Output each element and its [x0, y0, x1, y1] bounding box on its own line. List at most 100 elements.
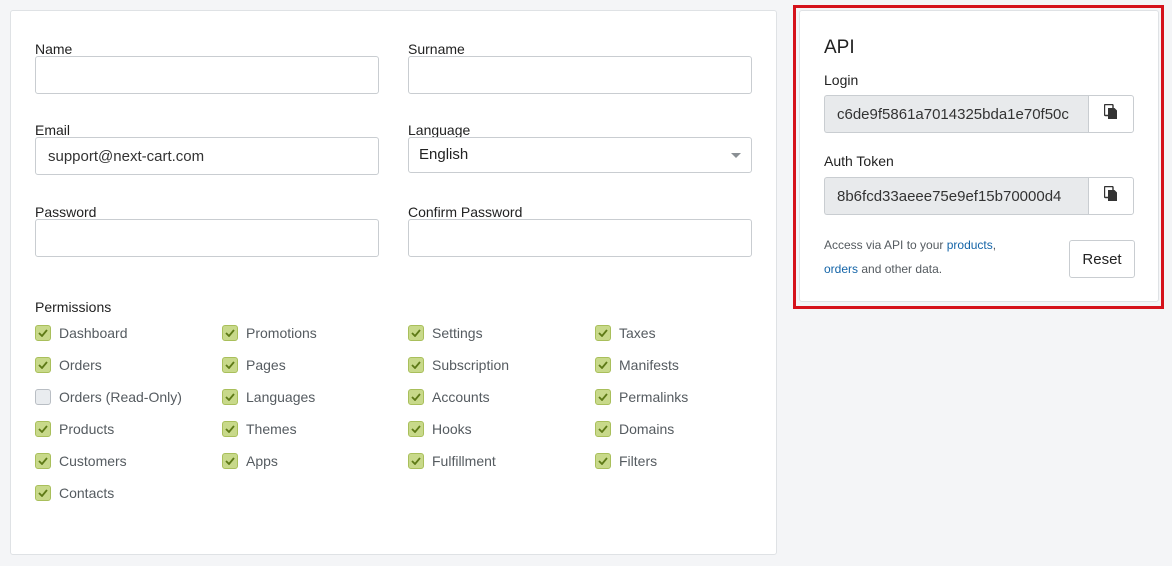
permission-label: Orders: [59, 357, 102, 373]
login-token-group: [824, 95, 1135, 133]
permission-item[interactable]: Domains: [595, 420, 674, 438]
permission-checkbox[interactable]: [222, 389, 238, 405]
permission-label: Domains: [619, 421, 675, 437]
products-link[interactable]: products: [947, 238, 993, 252]
permission-checkbox[interactable]: [222, 357, 238, 373]
permission-checkbox[interactable]: [35, 453, 51, 469]
permission-checkbox[interactable]: [222, 325, 238, 341]
api-help-prefix: Access via API to your: [824, 238, 947, 252]
permission-item[interactable]: Orders: [35, 356, 102, 374]
permission-checkbox[interactable]: [408, 421, 424, 437]
api-card: API Login Auth Token: [799, 10, 1159, 302]
permission-checkbox[interactable]: [408, 453, 424, 469]
permission-checkbox[interactable]: [408, 325, 424, 341]
permission-label: Pages: [246, 357, 286, 373]
permission-item[interactable]: Themes: [222, 420, 297, 438]
permission-checkbox[interactable]: [35, 485, 51, 501]
permission-item[interactable]: Languages: [222, 388, 315, 406]
permission-checkbox[interactable]: [222, 421, 238, 437]
language-select[interactable]: English: [408, 137, 752, 173]
permission-checkbox[interactable]: [222, 453, 238, 469]
chevron-down-icon: [731, 153, 741, 158]
permission-label: Subscription: [432, 357, 510, 373]
permission-item[interactable]: Apps: [222, 452, 278, 470]
confirm-password-input[interactable]: [408, 219, 752, 257]
check-icon: [411, 425, 421, 433]
permission-item[interactable]: Dashboard: [35, 324, 128, 342]
name-field-group: Name: [35, 41, 379, 94]
orders-link[interactable]: orders: [824, 262, 858, 276]
language-field-group: Language English: [408, 122, 752, 173]
permission-label: Orders (Read-Only): [59, 389, 182, 405]
check-icon: [225, 329, 235, 337]
permission-item[interactable]: Contacts: [35, 484, 114, 502]
api-help-comma: ,: [992, 238, 997, 252]
permission-item[interactable]: Filters: [595, 452, 657, 470]
email-field-group: Email: [35, 122, 379, 175]
permission-label: Customers: [59, 453, 127, 469]
permission-item[interactable]: Orders (Read-Only): [35, 388, 182, 406]
login-label: Login: [824, 72, 859, 88]
permission-checkbox[interactable]: [35, 325, 51, 341]
check-icon: [598, 457, 608, 465]
permission-checkbox[interactable]: [408, 357, 424, 373]
permission-item[interactable]: Customers: [35, 452, 127, 470]
password-input[interactable]: [35, 219, 379, 257]
copy-icon: [1103, 185, 1118, 207]
check-icon: [598, 393, 608, 401]
copy-login-button[interactable]: [1088, 95, 1134, 133]
user-edit-page: Name Surname Email Language English Pass…: [0, 0, 1172, 566]
permission-label: Products: [59, 421, 115, 437]
permission-item[interactable]: Hooks: [408, 420, 472, 438]
permission-checkbox[interactable]: [595, 357, 611, 373]
reset-button[interactable]: Reset: [1069, 240, 1135, 278]
check-icon: [411, 361, 421, 369]
permission-item[interactable]: Subscription: [408, 356, 509, 374]
permission-item[interactable]: Settings: [408, 324, 483, 342]
name-input[interactable]: [35, 56, 379, 94]
permission-checkbox[interactable]: [595, 453, 611, 469]
check-icon: [38, 457, 48, 465]
auth-token-label: Auth Token: [824, 153, 894, 169]
permission-label: Fulfillment: [432, 453, 496, 469]
permission-label: Languages: [246, 389, 316, 405]
permission-item[interactable]: Pages: [222, 356, 286, 374]
permission-label: Filters: [619, 453, 658, 469]
permission-item[interactable]: Taxes: [595, 324, 656, 342]
check-icon: [225, 361, 235, 369]
permission-checkbox[interactable]: [35, 421, 51, 437]
permission-label: Permalinks: [619, 389, 689, 405]
email-input[interactable]: [35, 137, 379, 175]
permission-label: Promotions: [246, 325, 317, 341]
check-icon: [411, 393, 421, 401]
permission-checkbox[interactable]: [595, 325, 611, 341]
api-title: API: [824, 37, 855, 58]
permission-label: Settings: [432, 325, 483, 341]
check-icon: [38, 361, 48, 369]
check-icon: [598, 361, 608, 369]
check-icon: [598, 425, 608, 433]
permission-checkbox[interactable]: [408, 389, 424, 405]
permission-checkbox[interactable]: [595, 421, 611, 437]
permission-checkbox[interactable]: [595, 389, 611, 405]
api-help-text: Access via API to your products, orders …: [824, 233, 1024, 281]
permission-checkbox[interactable]: [35, 357, 51, 373]
permission-item[interactable]: Manifests: [595, 356, 679, 374]
password-field-group: Password: [35, 204, 379, 257]
user-form-card: Name Surname Email Language English Pass…: [10, 10, 777, 555]
copy-auth-token-button[interactable]: [1088, 177, 1134, 215]
permission-item[interactable]: Promotions: [222, 324, 317, 342]
permission-item[interactable]: Permalinks: [595, 388, 688, 406]
language-selected-value: English: [419, 146, 469, 163]
permission-item[interactable]: Accounts: [408, 388, 490, 406]
login-token-input[interactable]: [824, 95, 1089, 133]
permission-checkbox[interactable]: [35, 389, 51, 405]
auth-token-group: [824, 177, 1135, 215]
permission-item[interactable]: Fulfillment: [408, 452, 496, 470]
check-icon: [225, 425, 235, 433]
permission-label: Hooks: [432, 421, 472, 437]
permission-item[interactable]: Products: [35, 420, 114, 438]
permission-label: Themes: [246, 421, 297, 437]
auth-token-input[interactable]: [824, 177, 1089, 215]
surname-input[interactable]: [408, 56, 752, 94]
